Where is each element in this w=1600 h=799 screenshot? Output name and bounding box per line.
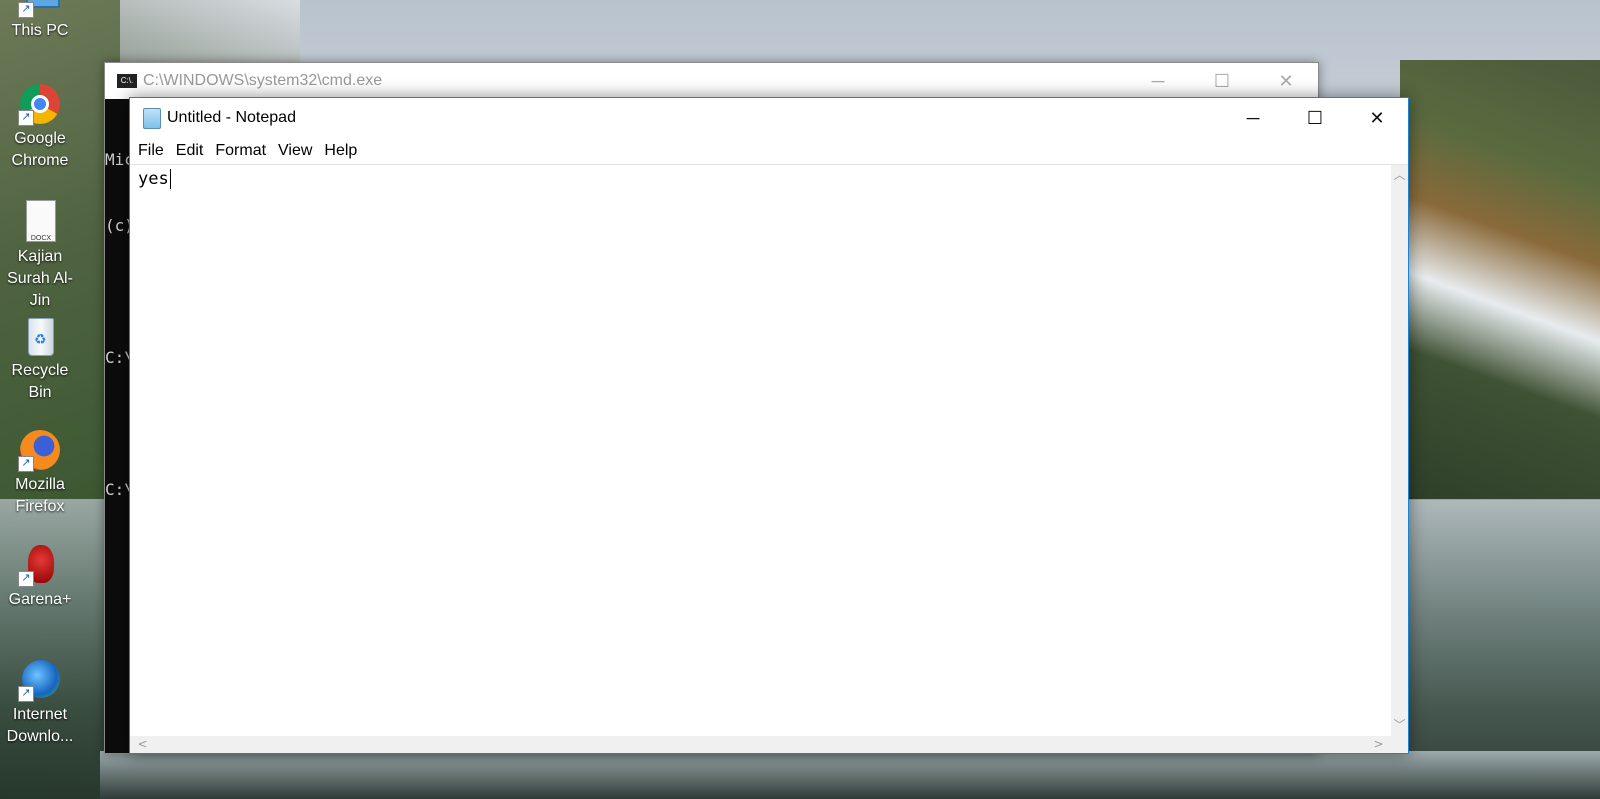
- scroll-right-arrow-icon[interactable]: >: [1370, 736, 1387, 753]
- notepad-window[interactable]: Untitled - Notepad ─ ☐ ✕ File Edit Forma…: [129, 97, 1409, 754]
- menu-file[interactable]: File: [132, 142, 170, 160]
- minimize-button[interactable]: ─: [1222, 98, 1284, 138]
- text-caret: [169, 169, 171, 189]
- scroll-down-arrow-icon[interactable]: ﹀: [1391, 717, 1408, 734]
- maximize-icon: ☐: [1306, 107, 1324, 128]
- wallpaper-mountain-right: [1400, 60, 1600, 500]
- notepad-app-icon: [143, 107, 161, 129]
- notepad-window-title: Untitled - Notepad: [167, 109, 296, 126]
- chrome-icon: ↗: [18, 82, 62, 126]
- resize-grip-icon[interactable]: [1391, 736, 1408, 753]
- cmd-title-bar[interactable]: C:\. C:\WINDOWS\system32\cmd.exe ─ ☐ ✕: [105, 63, 1318, 99]
- docx-badge: DOCX: [30, 235, 52, 242]
- minimize-icon: ─: [1246, 107, 1260, 128]
- garena-icon: ↗: [18, 543, 62, 587]
- desktop-icon-label: Recycle Bin: [11, 362, 69, 401]
- close-icon: ✕: [1369, 107, 1385, 128]
- menu-format[interactable]: Format: [209, 142, 272, 160]
- document-text: yes: [138, 169, 169, 189]
- internet-download-manager-icon: ↗: [18, 658, 62, 702]
- shortcut-arrow-icon: ↗: [18, 686, 34, 702]
- desktop-icon-kajian-surah[interactable]: DOCX Kajian Surah Al-Jin: [0, 200, 80, 312]
- desktop-icon-label: Garena+: [8, 591, 72, 608]
- desktop-icon-label: Google Chrome: [11, 130, 69, 169]
- menu-help[interactable]: Help: [318, 142, 363, 160]
- scroll-up-arrow-icon[interactable]: ︿: [1391, 167, 1408, 184]
- this-pc-icon: ↗: [18, 0, 62, 18]
- desktop-icon-this-pc[interactable]: ↗ This PC: [0, 0, 80, 42]
- desktop-icon-label: Internet Downlo...: [6, 706, 74, 745]
- desktop-icon-label: Mozilla Firefox: [15, 476, 65, 515]
- cmd-minimize-button[interactable]: ─: [1126, 71, 1190, 92]
- shortcut-arrow-icon: ↗: [18, 456, 34, 472]
- desktop-icon-label: Kajian Surah Al-Jin: [7, 248, 73, 309]
- notepad-title-bar[interactable]: Untitled - Notepad ─ ☐ ✕: [130, 98, 1408, 138]
- cmd-close-button[interactable]: ✕: [1254, 71, 1318, 92]
- maximize-button[interactable]: ☐: [1284, 98, 1346, 138]
- firefox-icon: ↗: [18, 428, 62, 472]
- desktop-icon-mozilla-firefox[interactable]: ↗ Mozilla Firefox: [0, 428, 80, 518]
- recycle-bin-icon: ♻: [18, 314, 62, 358]
- desktop-icon-google-chrome[interactable]: ↗ Google Chrome: [0, 82, 80, 172]
- cmd-maximize-button[interactable]: ☐: [1190, 71, 1254, 92]
- menu-bar: File Edit Format View Help: [130, 138, 1408, 165]
- docx-file-icon: DOCX: [18, 200, 62, 244]
- shortcut-arrow-icon: ↗: [18, 571, 34, 587]
- desktop-icon-recycle-bin[interactable]: ♻ Recycle Bin: [0, 314, 80, 404]
- scroll-left-arrow-icon[interactable]: <: [134, 736, 151, 753]
- text-editor-area[interactable]: yes: [130, 165, 1391, 736]
- wallpaper-lake-reflection: [100, 751, 1600, 799]
- shortcut-arrow-icon: ↗: [18, 110, 34, 126]
- cmd-app-icon: C:\.: [117, 74, 137, 88]
- vertical-scrollbar[interactable]: ︿ ﹀: [1391, 165, 1408, 736]
- menu-edit[interactable]: Edit: [170, 142, 210, 160]
- desktop-icon-label: This PC: [11, 22, 69, 39]
- close-button[interactable]: ✕: [1346, 98, 1408, 138]
- horizontal-scrollbar[interactable]: < >: [130, 736, 1391, 753]
- desktop-icon-internet-download-manager[interactable]: ↗ Internet Downlo...: [0, 658, 80, 748]
- cmd-window-title: C:\WINDOWS\system32\cmd.exe: [143, 72, 383, 89]
- menu-view[interactable]: View: [272, 142, 318, 160]
- shortcut-arrow-icon: ↗: [18, 2, 34, 18]
- desktop-icon-garena[interactable]: ↗ Garena+: [0, 543, 80, 611]
